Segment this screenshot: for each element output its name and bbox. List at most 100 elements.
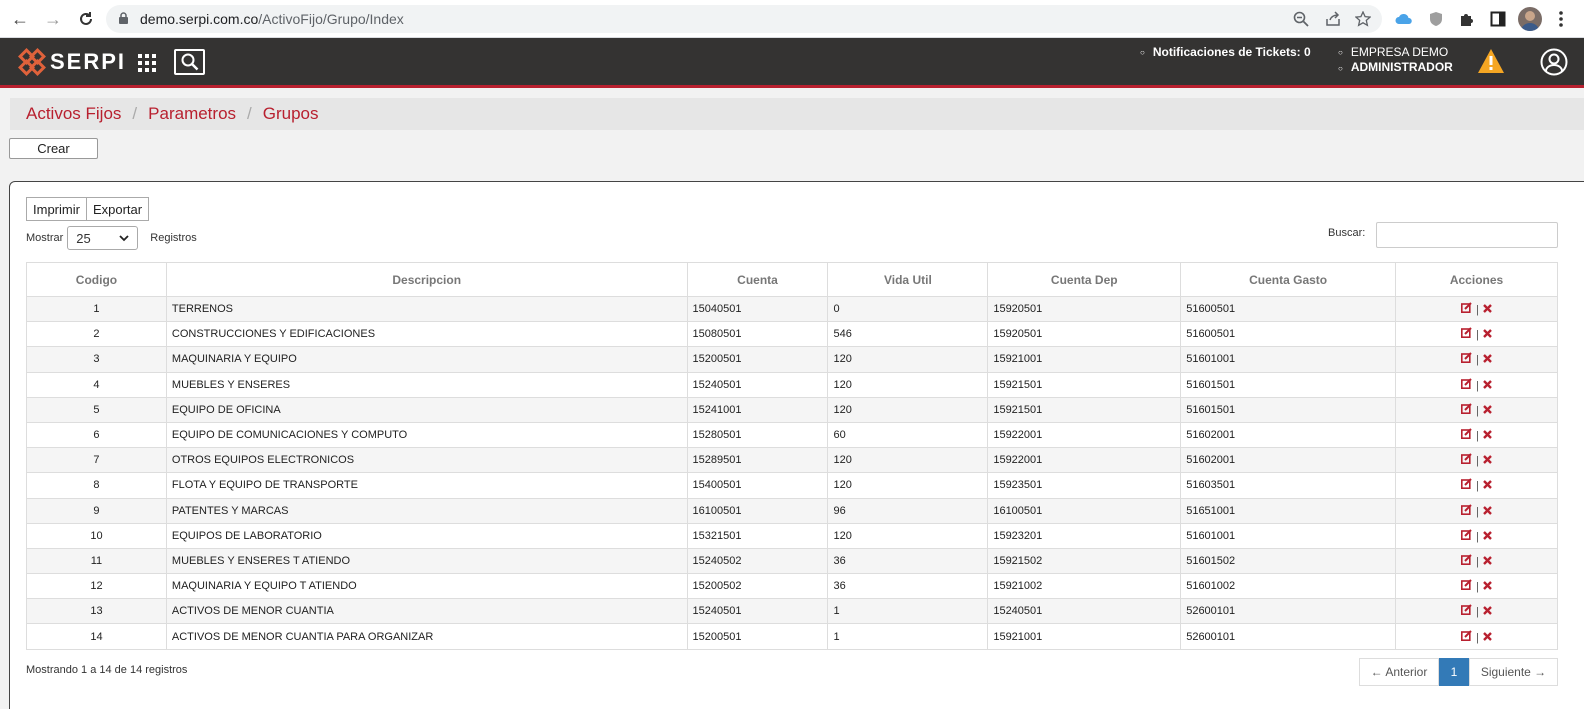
action-separator: |: [1476, 304, 1479, 317]
delete-icon[interactable]: [1483, 379, 1492, 392]
table-row: 7 OTROS EQUIPOS ELECTRONICOS 15289501 120 15…: [26, 447, 1558, 474]
search-input[interactable]: [1376, 222, 1558, 248]
current-page-button[interactable]: 1: [1439, 658, 1469, 686]
edit-icon[interactable]: [1461, 327, 1472, 341]
puzzle-extensions-icon[interactable]: [1457, 9, 1477, 29]
cell-descripcion: ACTIVOS DE MENOR CUANTIA: [165, 598, 688, 625]
cell-cuenta: 15240501: [686, 371, 829, 398]
create-button[interactable]: Crear: [9, 138, 98, 159]
delete-icon[interactable]: [1483, 404, 1492, 417]
serpi-logo[interactable]: SERPI: [18, 48, 126, 76]
company-info: EMPRESA DEMO ADMINISTRADOR: [1338, 45, 1453, 76]
edit-icon[interactable]: [1461, 478, 1472, 492]
address-bar[interactable]: demo.serpi.com.co/ActivoFijo/Grupo/Index: [106, 5, 1382, 33]
print-button[interactable]: Imprimir: [26, 197, 87, 221]
cell-codigo: 13: [26, 598, 167, 625]
column-header-vida-util[interactable]: Vida Util: [827, 262, 989, 297]
cloud-extension-icon[interactable]: [1394, 9, 1414, 29]
ticket-notifications[interactable]: Notificaciones de Tickets: 0: [1140, 45, 1311, 59]
back-arrow-icon[interactable]: ←: [9, 8, 31, 30]
cell-acciones: |: [1395, 598, 1558, 625]
cell-vida-util: 0: [827, 295, 989, 323]
export-button[interactable]: Exportar: [86, 197, 150, 221]
warning-icon[interactable]: [1477, 48, 1505, 74]
breadcrumb-parametros[interactable]: Parametros: [148, 104, 236, 124]
search-label: Buscar:: [1328, 227, 1366, 239]
edit-icon[interactable]: [1461, 453, 1472, 467]
bookmark-star-icon[interactable]: [1354, 10, 1372, 28]
zoom-icon[interactable]: [1292, 10, 1310, 28]
edit-icon[interactable]: [1461, 377, 1472, 392]
column-header-cuenta[interactable]: Cuenta: [686, 262, 829, 297]
cell-vida-util: 1: [827, 623, 989, 650]
breadcrumb-activos-fijos[interactable]: Activos Fijos: [26, 104, 121, 124]
cell-cuenta-dep: 15921501: [987, 371, 1182, 398]
cell-codigo: 8: [26, 472, 167, 499]
cell-vida-util: 120: [827, 447, 989, 474]
table-row: 9 PATENTES Y MARCAS 16100501 96 16100501 5165…: [26, 497, 1558, 524]
delete-icon[interactable]: [1483, 304, 1492, 316]
action-separator: |: [1476, 505, 1479, 518]
delete-icon[interactable]: [1483, 606, 1492, 618]
column-header-cuenta-gasto[interactable]: Cuenta Gasto: [1180, 262, 1397, 297]
delete-icon[interactable]: [1483, 455, 1492, 467]
breadcrumb-grupos[interactable]: Grupos: [263, 104, 319, 124]
share-icon[interactable]: [1324, 10, 1342, 28]
delete-icon[interactable]: [1483, 556, 1492, 568]
edit-icon[interactable]: [1461, 503, 1472, 518]
edit-icon[interactable]: [1461, 428, 1472, 442]
cell-codigo: 12: [26, 573, 167, 600]
edit-icon[interactable]: [1461, 579, 1472, 593]
menu-dots-icon[interactable]: [1556, 9, 1566, 29]
cell-acciones: |: [1395, 321, 1558, 348]
delete-icon[interactable]: [1483, 329, 1492, 341]
shield-extension-icon[interactable]: [1426, 9, 1446, 29]
delete-icon[interactable]: [1483, 581, 1492, 593]
cell-descripcion: EQUIPO DE COMUNICACIONES Y COMPUTO: [165, 421, 688, 449]
cell-cuenta-gasto: 51651001: [1180, 497, 1397, 524]
cell-vida-util: 36: [827, 547, 989, 575]
forward-arrow-icon[interactable]: →: [42, 8, 64, 30]
edit-icon[interactable]: [1461, 554, 1472, 568]
action-separator: |: [1476, 480, 1479, 493]
cell-vida-util: 120: [827, 371, 989, 398]
delete-icon[interactable]: [1483, 354, 1492, 366]
cell-cuenta-dep: 15922001: [987, 447, 1182, 474]
next-page-button[interactable]: Siguiente →: [1469, 658, 1558, 686]
delete-icon[interactable]: [1483, 480, 1492, 492]
edit-icon[interactable]: [1461, 604, 1472, 618]
search-icon: [181, 53, 198, 71]
column-header-codigo[interactable]: Codigo: [26, 262, 167, 297]
delete-icon[interactable]: [1483, 631, 1492, 644]
cell-cuenta-dep: 15920501: [987, 295, 1182, 323]
delete-icon[interactable]: [1483, 505, 1492, 518]
action-separator: |: [1476, 354, 1479, 367]
edit-icon[interactable]: [1461, 629, 1472, 644]
cell-acciones: |: [1395, 396, 1558, 423]
cell-cuenta-dep: 15921001: [987, 346, 1182, 373]
apps-grid-icon[interactable]: [137, 53, 157, 73]
column-header-cuenta-dep[interactable]: Cuenta Dep: [987, 262, 1182, 297]
edit-icon[interactable]: [1461, 529, 1472, 543]
cell-acciones: |: [1395, 547, 1558, 575]
cell-cuenta-dep: 15920501: [987, 321, 1182, 348]
cell-codigo: 2: [26, 321, 167, 348]
browser-toolbar: ← → demo.serpi.com.co/ActivoFijo/Grupo/I…: [0, 0, 1584, 38]
page-length-value: 25: [76, 230, 91, 246]
cell-cuenta-gasto: 52600101: [1180, 598, 1397, 625]
edit-icon[interactable]: [1461, 352, 1472, 366]
header-search-button[interactable]: [174, 49, 205, 75]
delete-icon[interactable]: [1483, 530, 1492, 543]
edit-icon[interactable]: [1461, 403, 1472, 417]
column-header-descripcion[interactable]: Descripcion: [165, 262, 688, 297]
previous-page-button[interactable]: ← Anterior: [1359, 658, 1439, 686]
profile-avatar[interactable]: [1518, 7, 1542, 31]
reload-icon[interactable]: [75, 8, 97, 30]
page-length-select[interactable]: 25: [67, 226, 139, 250]
side-panel-icon[interactable]: [1488, 9, 1508, 29]
cell-cuenta-dep: 15923201: [987, 522, 1182, 549]
export-button-group: Imprimir Exportar: [26, 197, 150, 221]
delete-icon[interactable]: [1483, 430, 1492, 442]
edit-icon[interactable]: [1461, 302, 1472, 316]
user-account-icon[interactable]: [1540, 48, 1568, 76]
